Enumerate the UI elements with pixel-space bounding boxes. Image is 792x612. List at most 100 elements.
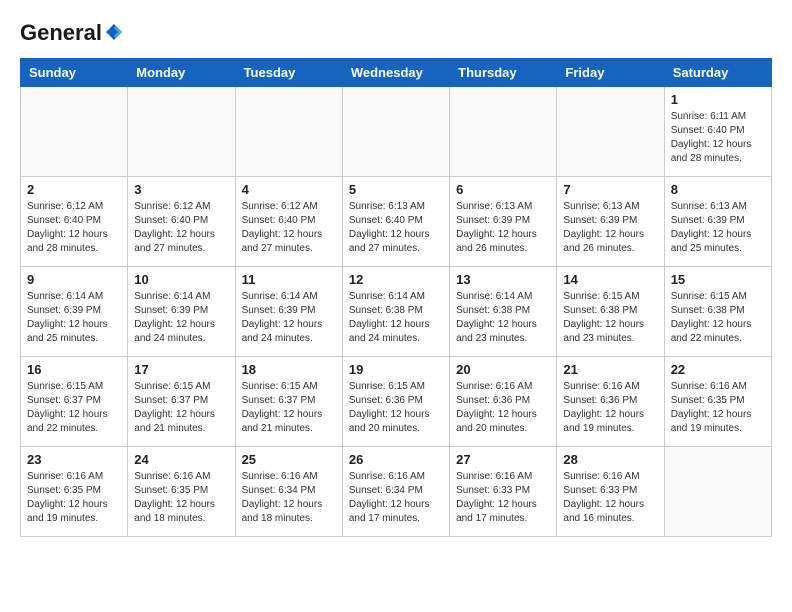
day-cell: 9 Sunrise: 6:14 AM Sunset: 6:39 PM Daylig… — [21, 267, 128, 357]
day-cell: 4 Sunrise: 6:12 AM Sunset: 6:40 PM Daylig… — [235, 177, 342, 267]
day-info: Sunrise: 6:15 AM Sunset: 6:36 PM Dayligh… — [349, 380, 443, 436]
week-row-4: 16 Sunrise: 6:15 AM Sunset: 6:37 PM Dayli… — [21, 357, 772, 447]
day-cell: 10 Sunrise: 6:14 AM Sunset: 6:39 PM Dayli… — [128, 267, 235, 357]
col-header-wednesday: Wednesday — [342, 59, 449, 87]
day-info: Sunrise: 6:15 AM Sunset: 6:37 PM Dayligh… — [242, 380, 336, 436]
day-number: 28 — [563, 452, 657, 467]
day-number: 12 — [349, 272, 443, 287]
day-cell: 25 Sunrise: 6:16 AM Sunset: 6:34 PM Dayli… — [235, 447, 342, 537]
day-cell — [21, 87, 128, 177]
day-cell: 12 Sunrise: 6:14 AM Sunset: 6:38 PM Dayli… — [342, 267, 449, 357]
day-cell: 17 Sunrise: 6:15 AM Sunset: 6:37 PM Dayli… — [128, 357, 235, 447]
day-number: 17 — [134, 362, 228, 377]
day-cell: 20 Sunrise: 6:16 AM Sunset: 6:36 PM Dayli… — [450, 357, 557, 447]
day-cell: 21 Sunrise: 6:16 AM Sunset: 6:36 PM Dayli… — [557, 357, 664, 447]
day-cell: 28 Sunrise: 6:16 AM Sunset: 6:33 PM Dayli… — [557, 447, 664, 537]
week-row-5: 23 Sunrise: 6:16 AM Sunset: 6:35 PM Dayli… — [21, 447, 772, 537]
calendar: SundayMondayTuesdayWednesdayThursdayFrid… — [20, 58, 772, 537]
day-number: 23 — [27, 452, 121, 467]
day-cell — [342, 87, 449, 177]
day-cell: 15Sunrise: 6:15 AM Sunset: 6:38 PM Dayli… — [664, 267, 771, 357]
day-cell: 16 Sunrise: 6:15 AM Sunset: 6:37 PM Dayli… — [21, 357, 128, 447]
day-number: 13 — [456, 272, 550, 287]
day-cell — [128, 87, 235, 177]
day-cell: 18 Sunrise: 6:15 AM Sunset: 6:37 PM Dayli… — [235, 357, 342, 447]
day-cell: 24 Sunrise: 6:16 AM Sunset: 6:35 PM Dayli… — [128, 447, 235, 537]
day-number: 20 — [456, 362, 550, 377]
day-info: Sunrise: 6:15 AM Sunset: 6:37 PM Dayligh… — [134, 380, 228, 436]
day-cell — [235, 87, 342, 177]
day-cell: 8 Sunrise: 6:13 AM Sunset: 6:39 PM Daylig… — [664, 177, 771, 267]
day-cell: 5 Sunrise: 6:13 AM Sunset: 6:40 PM Daylig… — [342, 177, 449, 267]
col-header-thursday: Thursday — [450, 59, 557, 87]
day-info: Sunrise: 6:16 AM Sunset: 6:34 PM Dayligh… — [242, 470, 336, 526]
day-cell — [557, 87, 664, 177]
day-info: Sunrise: 6:16 AM Sunset: 6:36 PM Dayligh… — [563, 380, 657, 436]
day-info: Sunrise: 6:16 AM Sunset: 6:34 PM Dayligh… — [349, 470, 443, 526]
day-cell — [450, 87, 557, 177]
day-info: Sunrise: 6:16 AM Sunset: 6:33 PM Dayligh… — [563, 470, 657, 526]
day-number: 8 — [671, 182, 765, 197]
day-cell: 1Sunrise: 6:11 AM Sunset: 6:40 PM Daylig… — [664, 87, 771, 177]
day-number: 18 — [242, 362, 336, 377]
col-header-sunday: Sunday — [21, 59, 128, 87]
day-number: 25 — [242, 452, 336, 467]
day-number: 14 — [563, 272, 657, 287]
day-number: 19 — [349, 362, 443, 377]
day-cell: 3Sunrise: 6:12 AM Sunset: 6:40 PM Daylig… — [128, 177, 235, 267]
day-info: Sunrise: 6:16 AM Sunset: 6:36 PM Dayligh… — [456, 380, 550, 436]
day-info: Sunrise: 6:15 AM Sunset: 6:37 PM Dayligh… — [27, 380, 121, 436]
day-cell: 26 Sunrise: 6:16 AM Sunset: 6:34 PM Dayli… — [342, 447, 449, 537]
day-cell: 22 Sunrise: 6:16 AM Sunset: 6:35 PM Dayli… — [664, 357, 771, 447]
day-number: 16 — [27, 362, 121, 377]
logo-general: General — [20, 20, 102, 46]
day-info: Sunrise: 6:16 AM Sunset: 6:35 PM Dayligh… — [134, 470, 228, 526]
day-cell: 11Sunrise: 6:14 AM Sunset: 6:39 PM Dayli… — [235, 267, 342, 357]
day-info: Sunrise: 6:15 AM Sunset: 6:38 PM Dayligh… — [563, 290, 657, 346]
day-info: Sunrise: 6:11 AM Sunset: 6:40 PM Dayligh… — [671, 110, 765, 166]
day-number: 6 — [456, 182, 550, 197]
week-row-3: 9 Sunrise: 6:14 AM Sunset: 6:39 PM Daylig… — [21, 267, 772, 357]
day-info: Sunrise: 6:14 AM Sunset: 6:39 PM Dayligh… — [27, 290, 121, 346]
day-info: Sunrise: 6:13 AM Sunset: 6:39 PM Dayligh… — [671, 200, 765, 256]
day-number: 26 — [349, 452, 443, 467]
week-row-1: 1Sunrise: 6:11 AM Sunset: 6:40 PM Daylig… — [21, 87, 772, 177]
day-number: 10 — [134, 272, 228, 287]
day-info: Sunrise: 6:13 AM Sunset: 6:39 PM Dayligh… — [456, 200, 550, 256]
day-info: Sunrise: 6:14 AM Sunset: 6:38 PM Dayligh… — [456, 290, 550, 346]
day-info: Sunrise: 6:13 AM Sunset: 6:40 PM Dayligh… — [349, 200, 443, 256]
day-cell: 27Sunrise: 6:16 AM Sunset: 6:33 PM Dayli… — [450, 447, 557, 537]
day-cell: 14 Sunrise: 6:15 AM Sunset: 6:38 PM Dayli… — [557, 267, 664, 357]
day-info: Sunrise: 6:16 AM Sunset: 6:35 PM Dayligh… — [671, 380, 765, 436]
day-cell: 19 Sunrise: 6:15 AM Sunset: 6:36 PM Dayli… — [342, 357, 449, 447]
col-header-saturday: Saturday — [664, 59, 771, 87]
day-number: 22 — [671, 362, 765, 377]
day-number: 4 — [242, 182, 336, 197]
day-cell: 2 Sunrise: 6:12 AM Sunset: 6:40 PM Daylig… — [21, 177, 128, 267]
logo-icon — [104, 22, 124, 42]
day-cell: 13 Sunrise: 6:14 AM Sunset: 6:38 PM Dayli… — [450, 267, 557, 357]
day-info: Sunrise: 6:14 AM Sunset: 6:38 PM Dayligh… — [349, 290, 443, 346]
day-info: Sunrise: 6:13 AM Sunset: 6:39 PM Dayligh… — [563, 200, 657, 256]
day-cell — [664, 447, 771, 537]
day-number: 5 — [349, 182, 443, 197]
day-number: 27 — [456, 452, 550, 467]
day-number: 9 — [27, 272, 121, 287]
day-info: Sunrise: 6:12 AM Sunset: 6:40 PM Dayligh… — [242, 200, 336, 256]
day-number: 21 — [563, 362, 657, 377]
day-info: Sunrise: 6:12 AM Sunset: 6:40 PM Dayligh… — [134, 200, 228, 256]
day-number: 24 — [134, 452, 228, 467]
day-info: Sunrise: 6:14 AM Sunset: 6:39 PM Dayligh… — [134, 290, 228, 346]
logo: General — [20, 20, 124, 42]
day-cell: 6 Sunrise: 6:13 AM Sunset: 6:39 PM Daylig… — [450, 177, 557, 267]
day-info: Sunrise: 6:15 AM Sunset: 6:38 PM Dayligh… — [671, 290, 765, 346]
col-header-tuesday: Tuesday — [235, 59, 342, 87]
calendar-header-row: SundayMondayTuesdayWednesdayThursdayFrid… — [21, 59, 772, 87]
day-cell: 23Sunrise: 6:16 AM Sunset: 6:35 PM Dayli… — [21, 447, 128, 537]
day-number: 2 — [27, 182, 121, 197]
col-header-friday: Friday — [557, 59, 664, 87]
col-header-monday: Monday — [128, 59, 235, 87]
day-info: Sunrise: 6:12 AM Sunset: 6:40 PM Dayligh… — [27, 200, 121, 256]
header: General — [20, 20, 772, 42]
day-number: 7 — [563, 182, 657, 197]
